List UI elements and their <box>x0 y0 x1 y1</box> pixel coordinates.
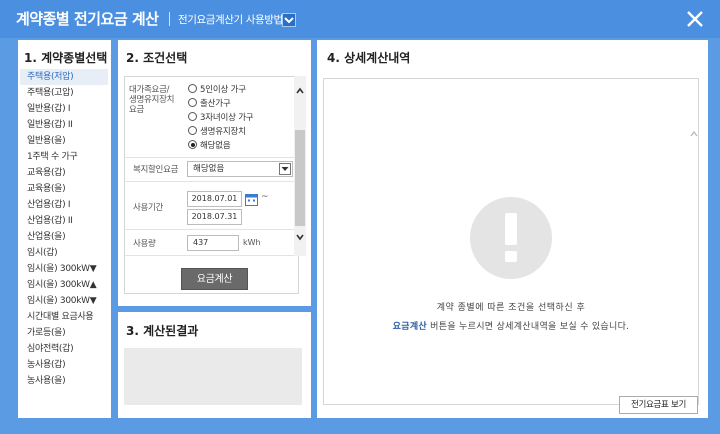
scroll-thumb[interactable] <box>295 130 305 226</box>
detail-message-line1: 계약 종별에 따른 조건을 선택하신 후 <box>436 303 586 313</box>
conditions-scrollbar[interactable] <box>294 76 306 256</box>
result-panel: 3. 계산된결과 <box>118 312 311 418</box>
radio-icon[interactable] <box>188 126 197 135</box>
close-icon[interactable] <box>686 10 704 28</box>
scroll-up-icon[interactable] <box>689 129 699 139</box>
contract-type-item[interactable]: 임시(갑) <box>20 245 108 261</box>
contract-type-item[interactable]: 농사용(갑) <box>20 357 108 373</box>
date-separator: ~ <box>261 192 269 202</box>
contract-type-item[interactable]: 심야전력(갑) <box>20 341 108 357</box>
conditions-form: 대가족요금/ 생명유지장치 요금 5인이상 가구 출산가구 3자녀이상 가구 생… <box>124 76 299 294</box>
radio-three-children[interactable]: 3자녀이상 가구 <box>188 111 254 123</box>
contract-type-item[interactable]: 산업용(을) <box>20 229 108 245</box>
chevron-down-icon[interactable] <box>282 13 296 27</box>
radio-life-support[interactable]: 생명유지장치 <box>188 125 246 137</box>
calculate-button[interactable]: 요금계산 <box>181 268 248 290</box>
contract-type-item[interactable]: 1주택 수 가구 <box>20 149 108 165</box>
contract-type-item[interactable]: 산업용(갑) I <box>20 197 108 213</box>
contract-type-item[interactable]: 가로등(을) <box>20 325 108 341</box>
family-rate-label-1: 대가족요금/ <box>129 85 170 95</box>
divider <box>125 157 298 158</box>
chevron-down-icon[interactable] <box>279 163 291 175</box>
view-rate-table-button[interactable]: 전기요금표 보기 <box>619 396 698 414</box>
contract-type-item[interactable]: 임시(을) 300kW▼ <box>20 261 108 277</box>
message-text: 버튼을 누르시면 상세계산내역을 보실 수 있습니다. <box>427 322 630 332</box>
family-rate-label-2: 생명유지장치 <box>129 95 175 105</box>
contract-type-item[interactable]: 산업용(갑) II <box>20 213 108 229</box>
period-label: 사용기간 <box>133 203 164 213</box>
contract-type-list: 주택용(저압) 주택용(고압) 일반용(갑) I 일반용(갑) II 일반용(을) 1주택… <box>20 69 108 389</box>
radio-icon[interactable] <box>188 112 197 121</box>
detail-content: 계약 종별에 따른 조건을 선택하신 후 요금계산 버튼을 누르시면 상세계산내… <box>323 78 699 412</box>
contract-type-item[interactable]: 주택용(저압) <box>20 69 108 85</box>
conditions-heading: 2. 조건선택 <box>126 51 188 65</box>
contract-type-item[interactable]: 농사용(을) <box>20 373 108 389</box>
result-box <box>124 348 302 405</box>
contract-type-item[interactable]: 교육용(을) <box>20 181 108 197</box>
detail-heading: 4. 상세계산내역 <box>327 51 411 65</box>
conditions-panel: 2. 조건선택 대가족요금/ 생명유지장치 요금 5인이상 가구 출산가구 3자… <box>118 40 311 306</box>
radio-five-person[interactable]: 5인이상 가구 <box>188 83 246 95</box>
result-heading: 3. 계산된결과 <box>126 324 199 338</box>
divider <box>125 229 298 230</box>
usage-unit: kWh <box>243 238 261 247</box>
calendar-icon[interactable] <box>245 191 258 206</box>
detail-panel: 4. 상세계산내역 계약 종별에 따른 조건을 선택하신 후 요금계산 버튼을 … <box>317 40 708 418</box>
contract-type-heading: 1. 계약종별선택 <box>24 51 108 65</box>
usage-label: 사용량 <box>133 239 156 249</box>
contract-type-item[interactable]: 시간대별 요금사용 <box>20 309 108 325</box>
contract-type-item[interactable]: 일반용(갑) II <box>20 117 108 133</box>
exclamation-icon <box>470 197 552 279</box>
detail-message-line2: 요금계산 버튼을 누르시면 상세계산내역을 보실 수 있습니다. <box>324 319 698 332</box>
radio-checked-icon[interactable] <box>188 140 197 149</box>
title-bar: 계약종별 전기요금 계산 전기요금계산기 사용방법 <box>0 0 720 38</box>
contract-type-item[interactable]: 주택용(고압) <box>20 85 108 101</box>
radio-childbirth[interactable]: 출산가구 <box>188 97 231 109</box>
window-bottom <box>0 422 720 434</box>
radio-icon[interactable] <box>188 84 197 93</box>
usage-input[interactable]: 437 <box>187 235 239 251</box>
contract-type-panel: 1. 계약종별선택 주택용(저압) 주택용(고압) 일반용(갑) I 일반용(갑) I… <box>18 40 111 418</box>
highlight-text: 요금계산 <box>392 322 427 332</box>
divider <box>125 255 298 256</box>
welfare-select[interactable]: 해당없음 <box>187 161 293 177</box>
howto-link[interactable]: 전기요금계산기 사용방법 <box>178 12 283 27</box>
window-title: 계약종별 전기요금 계산 <box>16 10 159 28</box>
contract-type-item[interactable]: 일반용(을) <box>20 133 108 149</box>
contract-type-item[interactable]: 임시(을) 300kW▼ <box>20 293 108 309</box>
divider <box>125 181 298 182</box>
end-date-field[interactable]: 2018.07.31 <box>187 209 242 225</box>
contract-type-item[interactable]: 교육용(갑) <box>20 165 108 181</box>
start-date-field[interactable]: 2018.07.01 <box>187 191 242 207</box>
welfare-label: 복지할인요금 <box>133 165 179 175</box>
contract-type-item[interactable]: 일반용(갑) I <box>20 101 108 117</box>
title-divider <box>169 12 170 26</box>
scroll-up-icon[interactable] <box>295 86 305 96</box>
contract-type-item[interactable]: 임시(을) 300kW▲ <box>20 277 108 293</box>
radio-none[interactable]: 해당없음 <box>188 139 231 151</box>
family-rate-label-3: 요금 <box>129 105 145 115</box>
detail-scrollbar[interactable] <box>688 121 700 417</box>
radio-icon[interactable] <box>188 98 197 107</box>
scroll-down-icon[interactable] <box>295 232 305 242</box>
